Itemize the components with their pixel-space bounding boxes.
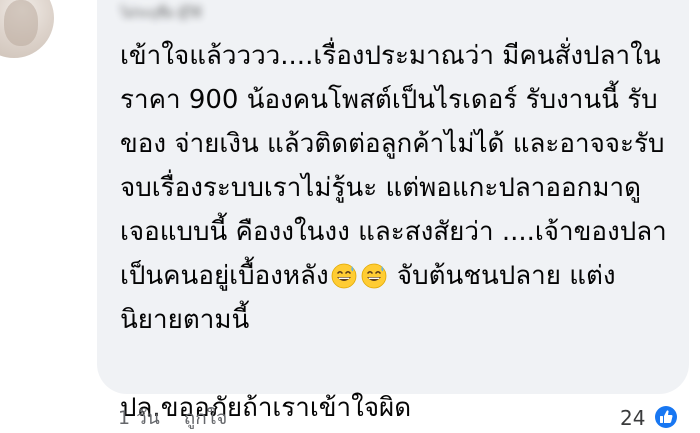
comment-line: เข้าใจแล้วววว....เรื่องประมาณว่า มีคนสั่… [120,41,661,71]
grinning-sweat-emoji-icon [361,263,387,289]
reaction-count[interactable]: 24 [620,403,645,433]
comment-actions: 1 วัน ถูกใจ [118,403,227,433]
comment-screenshot: ไม่ระบุชื่อ ผู้ใช้ เข้าใจแล้วววว....เรื่… [0,0,700,433]
comment-bubble: ไม่ระบุชื่อ ผู้ใช้ เข้าใจแล้วววว....เรื่… [97,0,689,423]
avatar[interactable] [0,0,54,58]
like-button[interactable]: ถูกใจ [184,403,227,433]
grinning-sweat-emoji-icon [331,263,357,289]
comment-line: เจอแบบนี้ คืองงในงง และสงสัยว่า ....เจ้า… [120,217,667,247]
comment-line-part: จับต้นชนปลาย แต่ง [388,261,616,291]
comment-line: นิยายตามนี้ [120,305,250,335]
comment-line: จบเรื่องระบบเราไม่รู้นะ แต่พอแกะปลาออกมา… [120,173,641,203]
thumbs-up-icon[interactable] [653,404,679,430]
comment-text: เข้าใจแล้วววว....เรื่องประมาณว่า มีคนสั่… [120,34,680,430]
comment-line: ราคา 900 น้องคนโพสต์เป็นไรเดอร์ รับงานนี… [120,85,658,115]
comment-line: เป็นคนอยู่เบื้องหลัง จับต้นชนปลาย แต่ง [120,261,616,291]
comment-line-part: เป็นคนอยู่เบื้องหลัง [120,261,329,291]
timestamp[interactable]: 1 วัน [118,403,160,433]
comment-line: ของ จ่ายเงิน แล้วติดต่อลูกค้าไม่ได้ และอ… [120,129,665,159]
author-name[interactable]: ไม่ระบุชื่อ ผู้ใช้ [120,2,298,20]
